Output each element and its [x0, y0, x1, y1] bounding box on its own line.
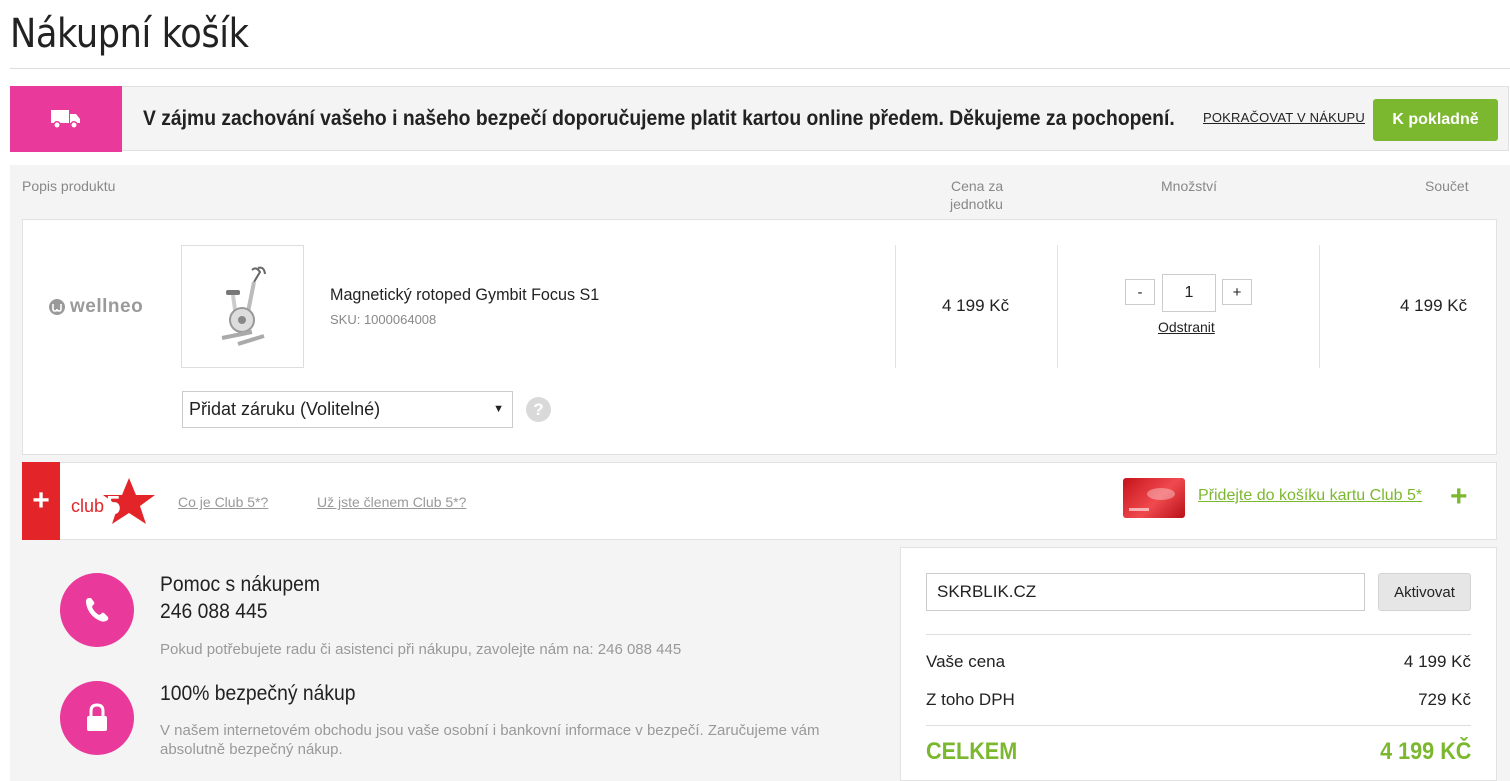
header-description: Popis produktu [22, 178, 116, 194]
help-secure-title: 100% bezpečný nákup [160, 682, 356, 705]
club5-member-link[interactable]: Už jste členem Club 5*? [317, 494, 466, 510]
phone-circle [60, 573, 134, 647]
summary-divider [926, 725, 1471, 726]
column-divider [1057, 245, 1058, 368]
brand-name: wellneo [70, 296, 144, 317]
add-club5-plus-icon[interactable]: + [1450, 482, 1468, 512]
vat-label: Z toho DPH [926, 690, 1015, 709]
notice-text: V zájmu zachování vašeho i našeho bezpeč… [143, 107, 1175, 130]
product-name[interactable]: Magnetický rotoped Gymbit Focus S1 [330, 285, 599, 305]
dropdown-arrow-icon: ▼ [493, 403, 504, 415]
product-thumbnail[interactable] [181, 245, 304, 368]
grand-total-label: CELKEM [926, 738, 1018, 765]
club5-logo-text: club [71, 496, 105, 516]
help-icon[interactable]: ? [526, 397, 551, 422]
item-total: 4 199 Kč [1400, 296, 1468, 315]
price-value: 4 199 Kč [1403, 652, 1471, 671]
coupon-input[interactable]: SKRBLIK.CZ [926, 573, 1365, 611]
exercise-bike-image [221, 266, 266, 346]
club5-info-link[interactable]: Co je Club 5*? [178, 494, 268, 510]
page-title: Nákupní košík [10, 11, 249, 57]
quantity-increase-button[interactable]: + [1222, 279, 1252, 305]
club5-card-image [1123, 478, 1185, 518]
phone-icon [86, 598, 109, 622]
title-divider [10, 68, 1510, 69]
remove-item-link[interactable]: Odstranit [1158, 319, 1215, 335]
help-secure-description: V našem internetovém obchodu jsou vaše o… [160, 722, 820, 758]
add-club5-card-link[interactable]: Přidejte do košíku kartu Club 5* [1198, 487, 1422, 505]
lock-icon [87, 703, 107, 731]
quantity-decrease-button[interactable]: - [1125, 279, 1155, 305]
warranty-selected-value: Přidat záruku (Volitelné) [189, 399, 381, 419]
help-phone-description: Pokud potřebujete radu či asistenci při … [160, 641, 682, 658]
activate-coupon-button[interactable]: Aktivovat [1378, 573, 1471, 611]
header-total: Součet [1425, 178, 1469, 194]
warranty-select[interactable]: Přidat záruku (Volitelné) ▼ [182, 391, 513, 428]
card-shine-icon [1129, 488, 1175, 511]
column-divider [895, 245, 896, 368]
header-unit-price-2: jednotku [950, 196, 1003, 212]
continue-shopping-link[interactable]: POKRAČOVAT V NÁKUPU [1203, 110, 1365, 125]
vat-value: 729 Kč [1418, 690, 1471, 709]
summary-divider [926, 634, 1471, 635]
truck-icon [51, 110, 80, 129]
product-sku: SKU: 1000064008 [330, 312, 437, 327]
notice-icon-box [10, 86, 122, 152]
club5-logo: club 5 [71, 476, 157, 526]
column-divider [1319, 245, 1320, 368]
unit-price: 4 199 Kč [942, 296, 1010, 315]
help-phone-title: Pomoc s nákupem [160, 573, 321, 596]
club5-logo-number: 5 [106, 490, 121, 520]
help-phone-number[interactable]: 246 088 445 [160, 600, 267, 624]
checkout-button[interactable]: K pokladně [1373, 99, 1498, 141]
grand-total-value: 4 199 KČ [1379, 738, 1471, 765]
header-quantity: Množství [1161, 178, 1218, 194]
club5-plus-icon: + [22, 462, 60, 540]
header-unit-price-1: Cena za [951, 178, 1004, 194]
lock-circle [60, 681, 134, 755]
brand-logo: wellneo [48, 296, 143, 318]
wellneo-logo-icon [49, 299, 65, 315]
quantity-input[interactable]: 1 [1162, 274, 1216, 312]
price-label: Vaše cena [926, 652, 1006, 671]
